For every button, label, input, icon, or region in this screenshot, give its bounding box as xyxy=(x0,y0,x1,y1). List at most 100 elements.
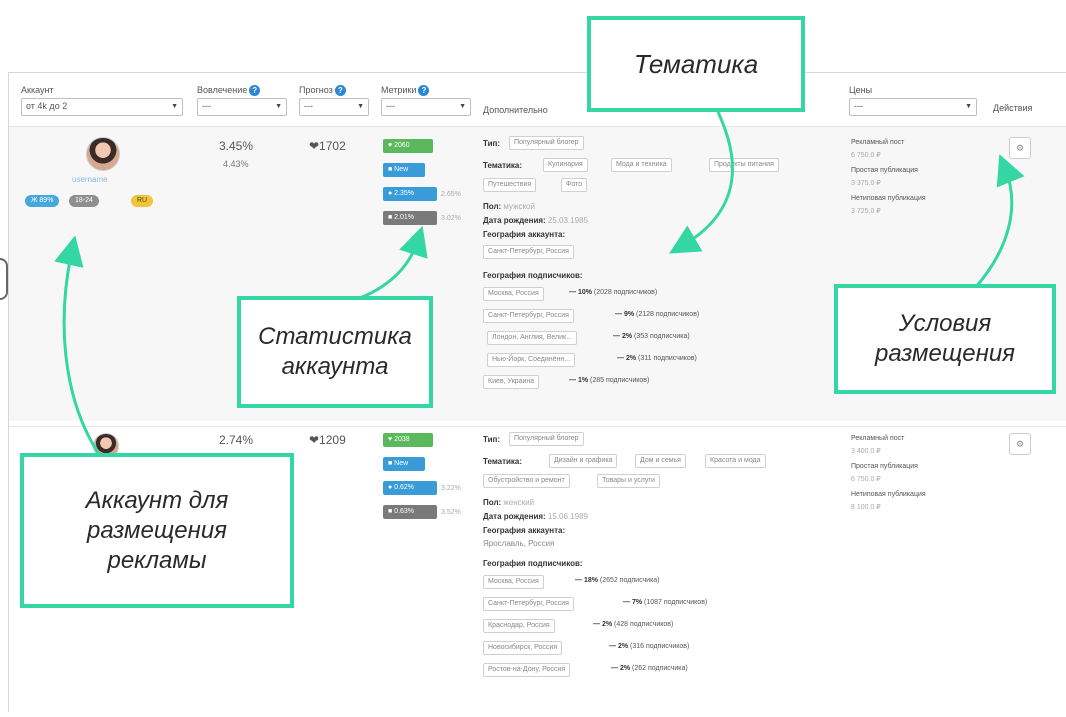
price-value: 6 750.0 ₽ xyxy=(851,152,881,159)
geo-city-share: — 10% (2028 подписчиков) xyxy=(569,289,658,296)
geo-city-tag: Лондон, Англия, Велик... xyxy=(487,331,577,345)
metric-likes-badge: ♥ 2060 xyxy=(383,139,433,153)
engagement-filter-select[interactable]: --- ▼ xyxy=(197,98,287,116)
help-icon[interactable]: ? xyxy=(249,85,261,97)
price-label: Простая публикация xyxy=(851,463,918,470)
engagement-value: 3.45% xyxy=(219,139,254,153)
gender-field: Пол: мужской xyxy=(483,202,535,211)
account-filter-label: Аккаунт xyxy=(21,85,54,95)
topic-tag[interactable]: Товары и услуги xyxy=(597,474,660,488)
forecast-filter-select[interactable]: --- ▼ xyxy=(299,98,369,116)
price-value: 6 750.0 ₽ xyxy=(851,476,881,483)
metric-comments-note: 3.52% xyxy=(441,509,461,516)
engagement-secondary-value: 4.43% xyxy=(223,159,249,169)
geo-city-share: — 9% (2128 подписчиков) xyxy=(615,311,700,318)
account-callout: Аккаунт для размещения рекламы xyxy=(20,453,294,608)
geo-city-share: — 2% (428 подписчиков) xyxy=(593,621,674,628)
account-geo-tag: Санкт-Петербург, Россия xyxy=(483,245,574,259)
actions-column-label: Действия xyxy=(993,103,1033,113)
help-icon[interactable]: ? xyxy=(334,85,346,97)
gear-icon: ⚙ xyxy=(1015,439,1025,449)
geo-city-tag: Киев, Украина xyxy=(483,375,540,389)
price-label: Простая публикация xyxy=(851,167,918,174)
metric-new-badge: ■ New xyxy=(383,457,425,471)
left-edge-bracket xyxy=(0,258,8,300)
gear-icon: ⚙ xyxy=(1015,143,1025,153)
likes-forecast-value: ❤1209 xyxy=(309,433,346,447)
account-filter-select[interactable]: от 4k до 2 ▼ xyxy=(21,98,183,116)
prices-filter-select[interactable]: --- ▼ xyxy=(849,98,977,116)
geo-city-tag: Москва, Россия xyxy=(483,575,544,589)
price-value: 3 375.0 ₽ xyxy=(851,180,881,187)
geo-city-share: — 2% (316 подписчиков) xyxy=(609,643,690,650)
conditions-callout: Условия размещения xyxy=(834,284,1056,394)
geo-city-tag: Нью-Йорк, Соединённ... xyxy=(487,353,576,367)
subscribers-geo-label: География подписчиков: xyxy=(483,271,583,280)
chevron-down-icon: ▼ xyxy=(275,103,282,110)
metric-likes-badge: ♥ 2038 xyxy=(383,433,433,447)
engagement-filter-label: Вовлечение? xyxy=(197,85,261,97)
topic-tag[interactable]: Дизайн и графика xyxy=(549,454,618,468)
type-tag: Популярный блогер xyxy=(509,432,584,446)
audience-gender-badge: Ж 89% xyxy=(25,195,60,207)
price-label: Рекламный пост xyxy=(851,139,905,146)
metric-er-badge: ● 2.35% xyxy=(383,187,437,201)
geo-city-tag: Санкт-Петербург, Россия xyxy=(483,597,574,611)
topic-tag[interactable]: Кулинария xyxy=(543,158,588,172)
price-value: 8 100.0 ₽ xyxy=(851,504,881,511)
gender-field: Пол: женский xyxy=(483,498,535,507)
metric-comments-badge: ■ 2.01% xyxy=(383,211,437,225)
geo-city-share: — 2% (353 подписчика) xyxy=(613,333,690,340)
price-value: 3 400.0 ₽ xyxy=(851,448,881,455)
topic-tag[interactable]: Мода и техника xyxy=(611,158,672,172)
stats-callout: Статистика аккаунта xyxy=(237,296,433,408)
topic-tag[interactable]: Красота и мода xyxy=(705,454,766,468)
chevron-down-icon: ▼ xyxy=(357,103,364,110)
topics-label: Тематика: xyxy=(483,161,523,170)
type-label: Тип: xyxy=(483,139,500,148)
topic-tag[interactable]: Продукты питания xyxy=(709,158,779,172)
geo-city-tag: Краснодар, Россия xyxy=(483,619,555,633)
chevron-down-icon: ▼ xyxy=(965,103,972,110)
subscribers-geo-label: География подписчиков: xyxy=(483,559,583,568)
metrics-filter-select[interactable]: --- ▼ xyxy=(381,98,471,116)
geo-city-tag: Новосибирск, Россия xyxy=(483,641,563,655)
geo-city-share: — 2% (311 подписчиков) xyxy=(617,355,697,362)
birthdate-field: Дата рождения: 15.06.1989 xyxy=(483,512,588,521)
geo-city-tag: Санкт-Петербург, Россия xyxy=(483,309,574,323)
metrics-filter-label: Метрики? xyxy=(381,85,430,97)
likes-forecast-value: ❤1702 xyxy=(309,139,346,153)
topic-tag[interactable]: Путешествия xyxy=(483,178,537,192)
metric-er-note: 2.65% xyxy=(441,191,461,198)
metric-er-note: 3.22% xyxy=(441,485,461,492)
account-geo-label: География аккаунта: xyxy=(483,526,566,535)
account-geo-label: География аккаунта: xyxy=(483,230,566,239)
price-label: Нетиповая публикация xyxy=(851,195,926,202)
forecast-filter-label: Прогноз? xyxy=(299,85,346,97)
price-label: Рекламный пост xyxy=(851,435,905,442)
topic-tag[interactable]: Фото xyxy=(561,178,588,192)
audience-country-badge: RU xyxy=(131,195,154,207)
geo-city-share: — 18% (2652 подписчика) xyxy=(575,577,660,584)
price-value: 3 725.0 ₽ xyxy=(851,208,881,215)
price-label: Нетиповая публикация xyxy=(851,491,926,498)
engagement-value: 2.74% xyxy=(219,433,254,447)
geo-city-tag: Ростов-на-Дону, Россия xyxy=(483,663,571,677)
metric-comments-badge: ■ 0.63% xyxy=(383,505,437,519)
chevron-down-icon: ▼ xyxy=(171,103,178,110)
prices-filter-label: Цены xyxy=(849,85,873,95)
metric-new-badge: ■ New xyxy=(383,163,425,177)
row-actions-button[interactable]: ⚙ xyxy=(1009,433,1031,455)
account-username[interactable]: username xyxy=(72,175,108,184)
geo-city-share: — 1% (285 подписчиков) xyxy=(569,377,650,384)
geo-city-share: — 2% (262 подписчика) xyxy=(611,665,688,672)
help-icon[interactable]: ? xyxy=(418,85,430,97)
audience-age-badge: 18-24 xyxy=(69,195,99,207)
topic-tag[interactable]: Обустройство и ремонт xyxy=(483,474,570,488)
row-actions-button[interactable]: ⚙ xyxy=(1009,137,1031,159)
extra-column-label: Дополнительно xyxy=(483,105,548,115)
chevron-down-icon: ▼ xyxy=(459,103,466,110)
topic-tag[interactable]: Дом и семья xyxy=(635,454,686,468)
avatar[interactable] xyxy=(86,137,120,171)
account-geo-value: Ярославль, Россия xyxy=(483,539,555,548)
